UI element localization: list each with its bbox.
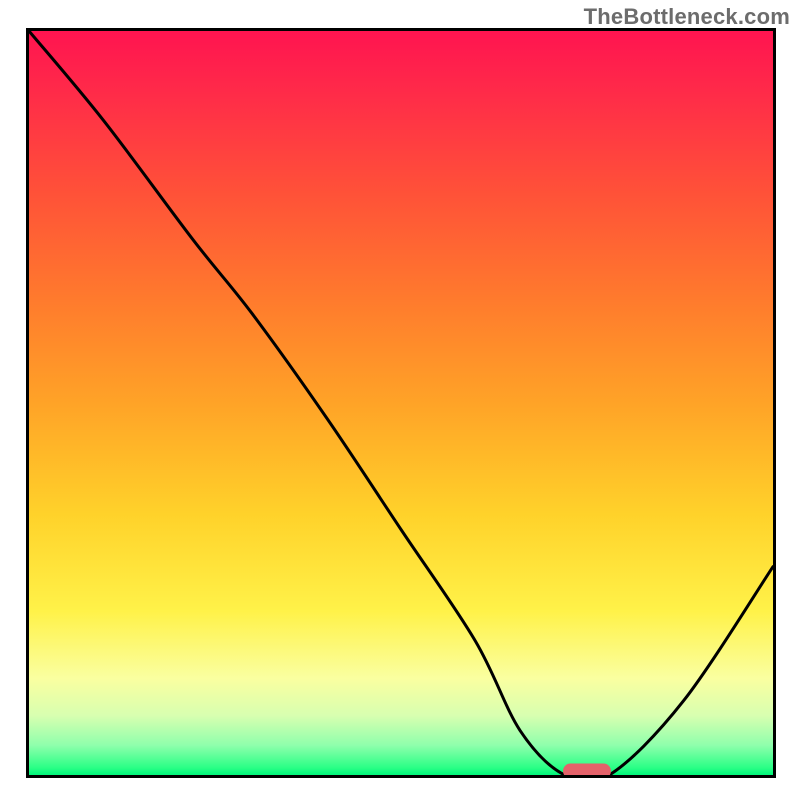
watermark-text: TheBottleneck.com	[584, 4, 790, 30]
optimal-marker	[563, 764, 611, 779]
plot-area	[26, 28, 776, 778]
curve-path	[29, 31, 773, 778]
bottleneck-curve	[29, 31, 773, 775]
chart-frame: TheBottleneck.com	[0, 0, 800, 800]
